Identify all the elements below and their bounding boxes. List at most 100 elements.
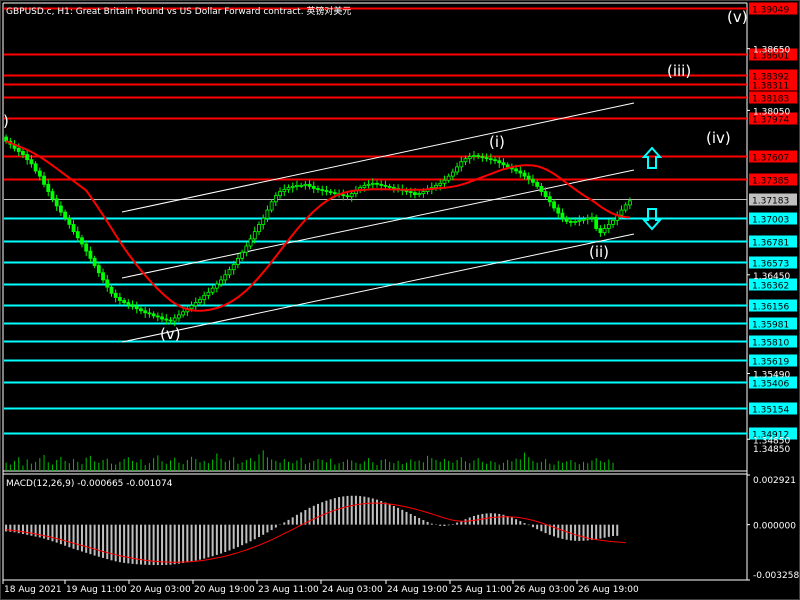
- candle-body: [328, 191, 333, 193]
- candle-body: [80, 237, 84, 245]
- candle-body: [598, 228, 603, 234]
- candle-body: [290, 186, 295, 188]
- candle-body: [295, 184, 299, 187]
- candle-body: [164, 318, 169, 321]
- candle-body: [585, 217, 590, 220]
- candle-body: [324, 190, 329, 192]
- candle-body: [568, 220, 573, 223]
- candle-body: [134, 306, 139, 310]
- candle-body: [172, 317, 177, 322]
- volume-layer: [5, 450, 614, 471]
- macd-label: MACD(12,26,9) -0.000665 -0.001074: [6, 479, 173, 489]
- candle-body: [560, 212, 565, 219]
- candle-body: [375, 182, 379, 185]
- candle-body: [227, 269, 232, 276]
- candle-body: [552, 201, 556, 209]
- candle-body: [198, 299, 202, 303]
- red-level-price-label: 1.39049: [752, 6, 789, 16]
- candle-body: [370, 182, 375, 185]
- candle-body: [564, 217, 569, 222]
- candle-body: [54, 198, 59, 207]
- candle-body: [442, 179, 447, 184]
- candle-body: [531, 178, 535, 183]
- time-tick-label: 19 Aug 11:00: [66, 585, 127, 595]
- red-level-price-label: 1.37607: [752, 154, 789, 164]
- price-tick-label: 1.38050: [753, 107, 790, 117]
- time-tick-label: 24 Aug 03:00: [322, 585, 383, 595]
- candle-body: [42, 175, 46, 185]
- cyan-level-price-label: 1.37003: [752, 216, 789, 226]
- chart-window[interactable]: 1.39049 1.38311 1.38601 1.38392 1.38183 1.379…: [0, 0, 800, 600]
- price-tick-label: 1.38650: [753, 46, 790, 56]
- red-level-price-label: 1.37385: [752, 177, 789, 187]
- candle-body: [627, 200, 632, 206]
- candle-body: [75, 231, 80, 239]
- time-tick-label: 26 Aug 19:00: [578, 585, 639, 595]
- candle-body: [362, 184, 367, 188]
- candle-body: [286, 187, 291, 190]
- candle-body: [543, 191, 548, 198]
- wave-label: ): [3, 112, 9, 130]
- candle-body: [177, 314, 181, 319]
- candle-body: [590, 216, 594, 219]
- candle-body: [113, 292, 118, 298]
- candle-body: [244, 245, 249, 253]
- candle-body: [84, 243, 89, 252]
- wave-label: (ii): [589, 243, 609, 261]
- candle-body: [101, 272, 105, 281]
- cyan-level-price-label: 1.36573: [752, 260, 789, 270]
- candle-body: [25, 154, 30, 161]
- candle-body: [202, 294, 207, 300]
- candle-body: [488, 158, 493, 161]
- candle-body: [349, 193, 354, 198]
- candle-body: [282, 189, 287, 192]
- chart-canvas[interactable]: 1.390491.383111.386011.383921.381831.379…: [0, 0, 800, 600]
- candle-body: [505, 164, 510, 168]
- wave-label: (iv): [706, 129, 731, 147]
- candle-body: [155, 315, 160, 318]
- candle-body: [307, 183, 312, 187]
- candle-body: [303, 183, 308, 186]
- candle-body: [413, 192, 417, 196]
- candle-body: [143, 310, 148, 314]
- candle-body: [257, 224, 261, 233]
- candle-body: [594, 216, 599, 229]
- wave-label: (v): [160, 325, 181, 343]
- candle-body: [606, 224, 611, 229]
- candle-body: [223, 274, 228, 281]
- candle-body: [316, 188, 320, 190]
- candle-body: [240, 251, 245, 259]
- red-level-price-label: 1.38392: [752, 73, 789, 83]
- candle-body: [438, 182, 443, 186]
- candle-body: [63, 211, 68, 219]
- candle-body: [231, 264, 236, 271]
- time-tick-label: 26 Aug 03:00: [514, 585, 575, 595]
- candle-body: [248, 238, 253, 247]
- candle-body: [450, 171, 455, 177]
- candle-body: [67, 217, 72, 225]
- up-arrow-icon: [641, 146, 663, 169]
- candle-body: [514, 168, 518, 172]
- candle-body: [193, 302, 198, 307]
- red-level-price-label: 1.38311: [752, 82, 789, 92]
- cyan-level-price-label: 1.35810: [752, 339, 789, 349]
- candle-body: [345, 195, 350, 198]
- candle-body: [493, 159, 497, 162]
- time-tick-label: 25 Aug 11:00: [451, 585, 512, 595]
- candle-body: [459, 161, 464, 168]
- candle-body: [577, 219, 582, 222]
- chart-title: GBPUSD.c, H1: Great Britain Pound vs US …: [6, 5, 351, 17]
- candle-body: [501, 162, 506, 166]
- candle-body: [219, 279, 223, 285]
- candle-body: [210, 287, 215, 293]
- candle-body: [269, 201, 274, 211]
- red-level-price-label: 1.38183: [752, 95, 789, 105]
- candle-body: [71, 224, 76, 233]
- candle-body: [535, 181, 540, 187]
- candle-body: [611, 219, 615, 225]
- candle-body: [37, 170, 42, 177]
- candle-body: [472, 155, 476, 158]
- candle-body: [147, 312, 152, 315]
- candle-body: [332, 192, 337, 195]
- time-tick-label: 24 Aug 19:00: [387, 585, 448, 595]
